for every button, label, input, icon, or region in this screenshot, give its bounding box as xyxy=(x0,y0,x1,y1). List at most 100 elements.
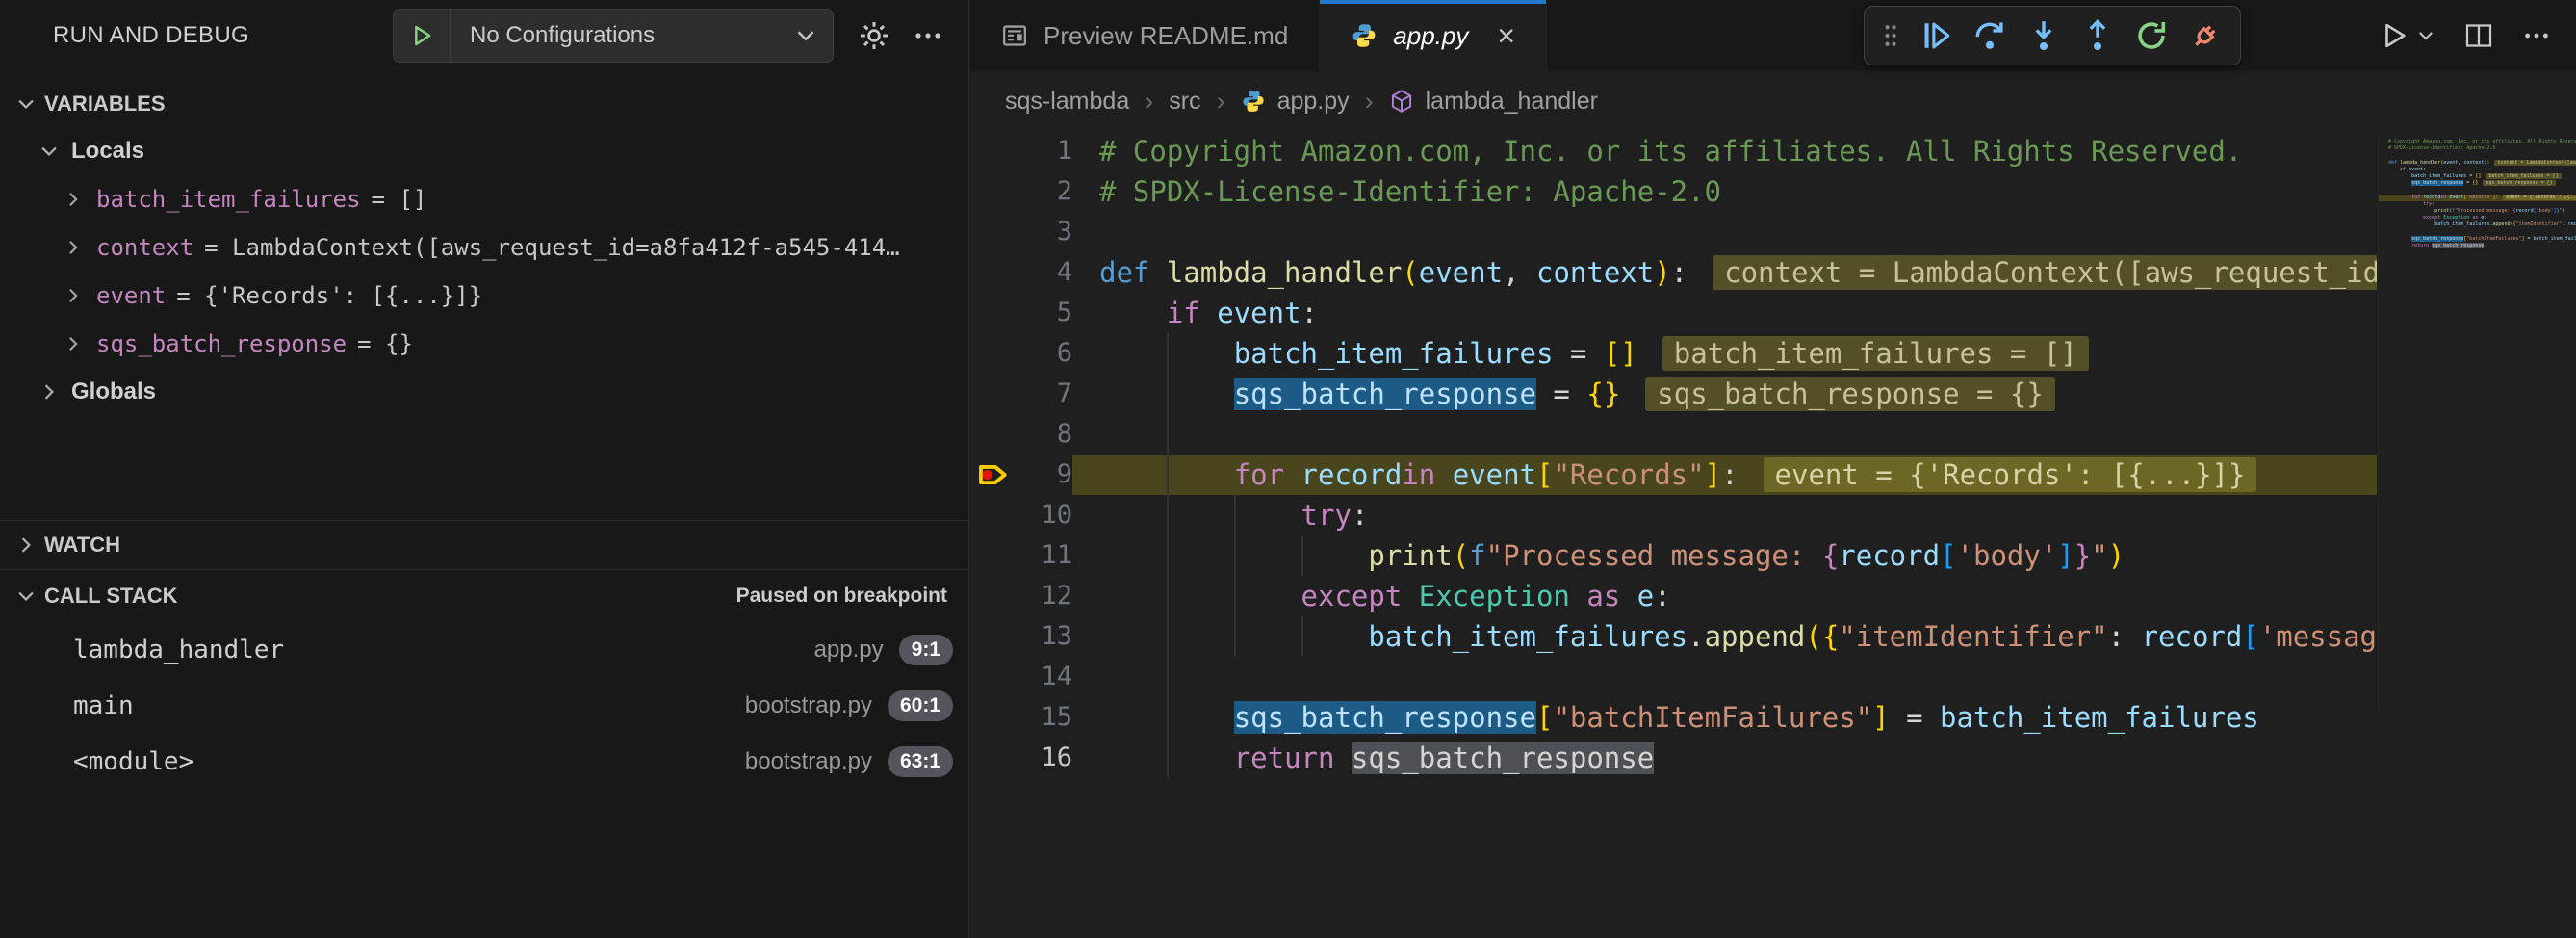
code-line-2: 2# SPDX-License-Identifier: Apache-2.0 xyxy=(970,171,2377,212)
more-actions-icon[interactable] xyxy=(913,20,943,51)
step-out-button[interactable] xyxy=(2074,13,2121,59)
code-content[interactable]: # SPDX-License-Identifier: Apache-2.0 xyxy=(2379,145,2576,152)
chevron-down-icon xyxy=(15,93,37,115)
code-content[interactable]: if event: xyxy=(1072,293,2377,333)
code-content[interactable]: return sqs_batch_response xyxy=(1072,738,2377,778)
code-content[interactable]: batch_item_failures = []batch_item_failu… xyxy=(2379,173,2576,180)
code-content[interactable]: batch_item_failures.append({"itemIdentif… xyxy=(2379,221,2576,228)
chevron-right-icon xyxy=(64,190,83,209)
code-content[interactable]: print(f"Processed message: {record['body… xyxy=(2379,208,2576,215)
code-content[interactable]: def lambda_handler(event, context):conte… xyxy=(2379,160,2576,167)
code-content[interactable]: sqs_batch_response = {}sqs_batch_respons… xyxy=(1072,374,2377,414)
code-content[interactable]: if event: xyxy=(2379,167,2576,173)
variable-name: sqs_batch_response xyxy=(96,330,347,357)
breadcrumb-item-lambda_handler[interactable]: lambda_handler xyxy=(1389,88,1598,116)
symbol-method-icon xyxy=(1389,89,1414,114)
line-number: 3 xyxy=(1017,212,1072,252)
scope-locals[interactable]: Locals xyxy=(0,127,968,175)
breadcrumb-item-app.py[interactable]: app.py xyxy=(1241,88,1350,116)
line-number: 10 xyxy=(1017,495,1072,535)
code-line-6: 6 batch_item_failures = []batch_item_fai… xyxy=(970,333,2377,374)
frame-position-badge: 63:1 xyxy=(888,746,953,777)
inline-debug-value: event = {'Records': [{...}]} xyxy=(1764,457,2257,492)
tab-preview-readme[interactable]: Preview README.md xyxy=(970,0,1320,71)
code-content[interactable]: # SPDX-License-Identifier: Apache-2.0 xyxy=(1072,171,2377,212)
code-content[interactable]: print(f"Processed message: {record['body… xyxy=(1072,535,2377,576)
variable-event[interactable]: event= {'Records': [{...}]} xyxy=(0,272,968,320)
stack-frame[interactable]: <module>bootstrap.py63:1 xyxy=(0,734,968,790)
run-icon[interactable] xyxy=(2380,21,2409,50)
code-line-5: 5 if event: xyxy=(970,293,2377,333)
code-content[interactable]: except Exception as e: xyxy=(2379,215,2576,221)
grip-button[interactable] xyxy=(1876,13,1905,59)
continue-button[interactable] xyxy=(1913,13,1959,59)
restart-button[interactable] xyxy=(2128,13,2175,59)
code-line-1: 1# Copyright Amazon.com, Inc. or its aff… xyxy=(2379,139,2576,145)
variable-value: = [] xyxy=(372,186,427,213)
tab-app-py[interactable]: app.py × xyxy=(1320,0,1547,71)
disconnect-icon xyxy=(2189,19,2222,52)
code-content[interactable]: # Copyright Amazon.com, Inc. or its affi… xyxy=(2379,139,2576,145)
stack-frame[interactable]: lambda_handlerapp.py9:1 xyxy=(0,622,968,678)
code-content[interactable]: sqs_batch_response["batchItemFailures"] … xyxy=(2379,236,2576,243)
chevron-down-icon[interactable] xyxy=(2416,26,2435,45)
variable-sqs_batch_response[interactable]: sqs_batch_response= {} xyxy=(0,320,968,368)
variable-context[interactable]: context= LambdaContext([aws_request_id=a… xyxy=(0,223,968,272)
split-editor-icon[interactable] xyxy=(2464,21,2493,50)
gear-icon[interactable] xyxy=(859,20,889,51)
close-tab-icon[interactable]: × xyxy=(1497,20,1515,51)
code-content[interactable]: batch_item_failures.append({"itemIdentif… xyxy=(1072,616,2377,657)
breadcrumb-item-sqs-lambda[interactable]: sqs-lambda xyxy=(1005,88,1129,116)
code-content[interactable]: for recordin event["Records"]:event = {'… xyxy=(1072,455,2377,495)
code-line-13: 13 batch_item_failures.append({"itemIden… xyxy=(970,616,2377,657)
code-content[interactable]: batch_item_failures = []batch_item_failu… xyxy=(1072,333,2377,374)
variable-value: = LambdaContext([aws_request_id=a8fa412f… xyxy=(204,234,899,261)
code-content[interactable]: sqs_batch_response["batchItemFailures"] … xyxy=(1072,697,2377,738)
line-number: 2 xyxy=(1017,171,1072,212)
chevron-right-icon xyxy=(64,334,83,353)
editor-actions xyxy=(2380,0,2551,71)
step-into-button[interactable] xyxy=(2021,13,2067,59)
debug-config-dropdown[interactable]: No Configurations xyxy=(393,9,834,63)
chevron-down-icon xyxy=(39,141,60,162)
run-python-file-button[interactable] xyxy=(2380,21,2435,50)
paused-breakpoint-icon[interactable] xyxy=(970,455,1017,495)
frame-function: lambda_handler xyxy=(73,636,284,664)
code-content[interactable] xyxy=(1072,414,2377,455)
chevron-right-icon xyxy=(64,286,83,305)
more-actions-icon[interactable] xyxy=(2522,21,2551,50)
code-content[interactable]: def lambda_handler(event, context):conte… xyxy=(1072,252,2377,293)
code-content[interactable]: except Exception as e: xyxy=(1072,576,2377,616)
code-content[interactable] xyxy=(2379,152,2576,159)
code-content[interactable] xyxy=(2379,228,2576,235)
code-line-3: 3 xyxy=(970,212,2377,252)
python-icon xyxy=(1351,22,1378,49)
variables-section-header[interactable]: VARIABLES xyxy=(0,81,968,127)
call-stack-list: lambda_handlerapp.py9:1mainbootstrap.py6… xyxy=(0,622,968,790)
code-line-5: 5 if event: xyxy=(2379,167,2576,173)
step-over-button[interactable] xyxy=(1967,13,2013,59)
code-content[interactable]: for recordin event["Records"]:event = {'… xyxy=(2379,195,2576,201)
call-stack-section-header[interactable]: CALL STACK Paused on breakpoint xyxy=(0,570,968,622)
scope-globals[interactable]: Globals xyxy=(0,368,968,416)
code-content[interactable]: sqs_batch_response = {}sqs_batch_respons… xyxy=(2379,180,2576,187)
start-debug-icon[interactable] xyxy=(394,10,451,62)
scope-label: Globals xyxy=(71,378,156,405)
code-content[interactable]: # Copyright Amazon.com, Inc. or its affi… xyxy=(1072,131,2377,171)
code-content[interactable]: return sqs_batch_response xyxy=(2379,243,2576,249)
code-content[interactable]: try: xyxy=(2379,201,2576,208)
code-editor: 1# Copyright Amazon.com, Inc. or its aff… xyxy=(970,131,2576,805)
breadcrumb-item-src[interactable]: src xyxy=(1169,88,1200,116)
code-content[interactable] xyxy=(2379,187,2576,194)
watch-section-header[interactable]: WATCH xyxy=(0,520,968,570)
code-content[interactable] xyxy=(1072,657,2377,697)
breadcrumb-separator: › xyxy=(1145,87,1153,117)
code-content[interactable]: try: xyxy=(1072,495,2377,535)
chevron-right-icon xyxy=(15,534,37,556)
code-content[interactable] xyxy=(1072,212,2377,252)
stack-frame[interactable]: mainbootstrap.py60:1 xyxy=(0,678,968,734)
disconnect-button[interactable] xyxy=(2182,13,2228,59)
variable-batch_item_failures[interactable]: batch_item_failures= [] xyxy=(0,175,968,223)
gutter-space xyxy=(970,374,1017,414)
minimap[interactable]: 1# Copyright Amazon.com, Inc. or its aff… xyxy=(2378,133,2576,711)
